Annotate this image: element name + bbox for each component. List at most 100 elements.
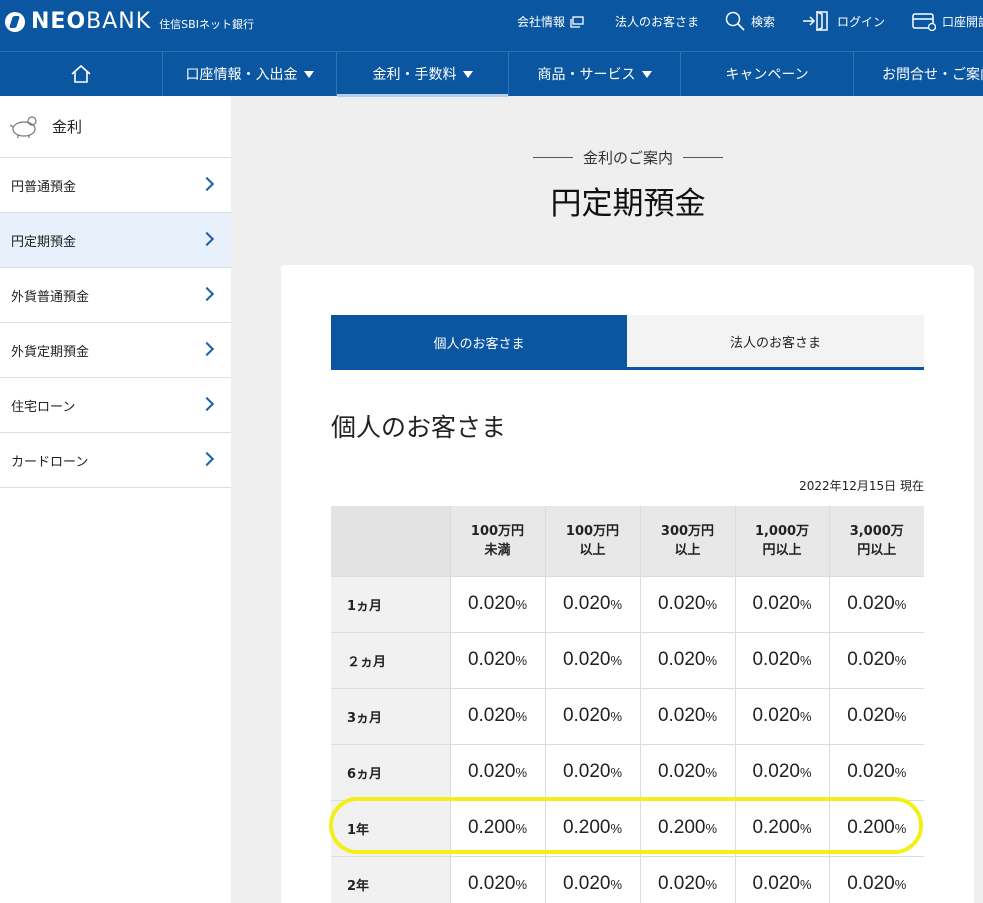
- percent-sign: %: [610, 765, 623, 780]
- percent-sign: %: [610, 597, 623, 612]
- rate-value: 0.200: [467, 817, 516, 838]
- table-corner: [331, 506, 451, 577]
- sidebar-item-mortgage[interactable]: 住宅ローン: [0, 378, 231, 433]
- nav-products-services[interactable]: 商品・サービス: [508, 52, 680, 96]
- card-icon: [912, 13, 936, 31]
- neobank-logo[interactable]: NEO BANK 住信SBIネット銀行: [5, 9, 254, 34]
- caret-down-icon: [641, 70, 652, 78]
- percent-sign: %: [610, 877, 623, 892]
- percent-sign: %: [799, 877, 812, 892]
- column-header: 3,000万 円以上: [829, 506, 924, 577]
- nav-account-info[interactable]: 口座情報・入出金: [162, 52, 336, 96]
- nav-campaign[interactable]: キャンペーン: [680, 52, 853, 96]
- table-row: 6ヵ月 0.020% 0.020% 0.020% 0.020% 0.020%: [331, 744, 924, 801]
- percent-sign: %: [705, 653, 718, 668]
- sidebar-item-label: 円普通預金: [11, 179, 77, 195]
- column-header: 100万円 以上: [545, 506, 641, 577]
- sidebar-item-label: 外貨定期預金: [11, 344, 90, 360]
- as-of-date: 2022年12月15日 現在: [799, 479, 924, 493]
- corporate-customers-link[interactable]: 法人のお客さま: [615, 13, 699, 30]
- rate-value: 0.020: [752, 705, 800, 726]
- piggy-bank-icon: [10, 115, 37, 138]
- percent-sign: %: [705, 709, 718, 724]
- percent-sign: %: [894, 709, 907, 724]
- percent-sign: %: [894, 765, 907, 780]
- company-info-link[interactable]: 会社情報: [517, 13, 584, 30]
- rate-value: 0.020: [847, 705, 895, 726]
- sidebar-item-fx-savings[interactable]: 外貨普通預金: [0, 268, 231, 323]
- sidebar-item-fx-time-deposit[interactable]: 外貨定期預金: [0, 323, 231, 378]
- rate-cell: 0.020%: [829, 688, 924, 745]
- company-info-label: 会社情報: [517, 15, 566, 29]
- rate-value: 0.020: [657, 649, 706, 670]
- rate-cell: 0.020%: [640, 856, 736, 903]
- rate-value: 0.020: [752, 593, 800, 614]
- rate-cell: 0.020%: [545, 688, 641, 745]
- percent-sign: %: [515, 597, 528, 612]
- rate-cell: 0.020%: [829, 576, 924, 633]
- rate-cell: 0.020%: [829, 744, 924, 801]
- rate-value: 0.200: [847, 817, 895, 838]
- rate-value: 0.020: [467, 705, 516, 726]
- sidebar-heading-label: 金利: [52, 118, 83, 136]
- search-link[interactable]: 検索: [725, 11, 775, 31]
- caret-down-icon: [303, 70, 314, 78]
- rate-cell: 0.020%: [640, 576, 736, 633]
- nav-rates-fees[interactable]: 金利・手数料: [336, 52, 508, 97]
- rate-value: 0.020: [752, 761, 800, 782]
- sidebar-item-label: 住宅ローン: [11, 399, 76, 415]
- rate-value: 0.020: [847, 593, 895, 614]
- term-label: 1年: [331, 800, 451, 857]
- percent-sign: %: [610, 821, 623, 836]
- term-label: 1ヵ月: [331, 576, 451, 633]
- logo-bank-text: BANK: [86, 9, 152, 34]
- percent-sign: %: [799, 597, 812, 612]
- percent-sign: %: [515, 877, 528, 892]
- percent-sign: %: [515, 821, 528, 836]
- chevron-right-icon: [199, 231, 215, 247]
- rate-cell: 0.020%: [545, 744, 641, 801]
- column-header: 300万円 以上: [640, 506, 736, 577]
- rate-cell: 0.020%: [735, 688, 830, 745]
- open-account-label: 口座開設: [942, 14, 983, 29]
- tab-individual[interactable]: 個人のお客さま: [331, 315, 627, 370]
- percent-sign: %: [894, 653, 907, 668]
- rate-cell: 0.020%: [450, 856, 546, 903]
- chevron-right-icon: [199, 396, 215, 412]
- rate-value: 0.020: [562, 873, 611, 894]
- rate-cell: 0.020%: [450, 576, 546, 633]
- rate-cell: 0.020%: [735, 856, 830, 903]
- term-label: 3ヵ月: [331, 688, 451, 745]
- login-link[interactable]: ログイン: [801, 9, 885, 33]
- percent-sign: %: [515, 653, 528, 668]
- tab-corporate[interactable]: 法人のお客さま: [627, 315, 924, 367]
- rate-value: 0.200: [657, 817, 706, 838]
- rate-cell: 0.020%: [545, 632, 641, 689]
- nav-contact-label: お問合せ・ご案内: [882, 67, 983, 83]
- page-eyebrow-label: 金利のご案内: [582, 149, 673, 167]
- sidebar-item-card-loan[interactable]: カードローン: [0, 433, 231, 488]
- rate-cell: 0.200%: [640, 800, 736, 857]
- sidebar-item-yen-savings[interactable]: 円普通預金: [0, 158, 231, 213]
- rate-value: 0.020: [562, 649, 611, 670]
- percent-sign: %: [799, 709, 812, 724]
- table-row: 1年 0.200% 0.200% 0.200% 0.200% 0.200%: [331, 800, 924, 857]
- rate-value: 0.020: [562, 593, 611, 614]
- logo-mark-icon: [5, 11, 25, 32]
- percent-sign: %: [705, 877, 718, 892]
- table-row: ２ヵ月 0.020% 0.020% 0.020% 0.020% 0.020%: [331, 632, 924, 689]
- rate-cell: 0.020%: [640, 688, 736, 745]
- page-title: 円定期預金: [550, 186, 706, 222]
- table-row: 1ヵ月 0.020% 0.020% 0.020% 0.020% 0.020%: [331, 576, 924, 633]
- rate-cell: 0.020%: [829, 856, 924, 903]
- sidebar-item-yen-time-deposit[interactable]: 円定期預金: [0, 213, 231, 268]
- rate-value: 0.020: [752, 873, 800, 894]
- rate-cell: 0.200%: [735, 800, 830, 857]
- chevron-right-icon: [199, 341, 215, 357]
- nav-home[interactable]: [0, 52, 162, 96]
- rate-value: 0.020: [657, 761, 706, 782]
- nav-account-info-label: 口座情報・入出金: [185, 67, 298, 83]
- percent-sign: %: [894, 597, 907, 612]
- nav-contact[interactable]: お問合せ・ご案内: [853, 52, 983, 96]
- open-account-link[interactable]: 口座開設: [912, 11, 983, 31]
